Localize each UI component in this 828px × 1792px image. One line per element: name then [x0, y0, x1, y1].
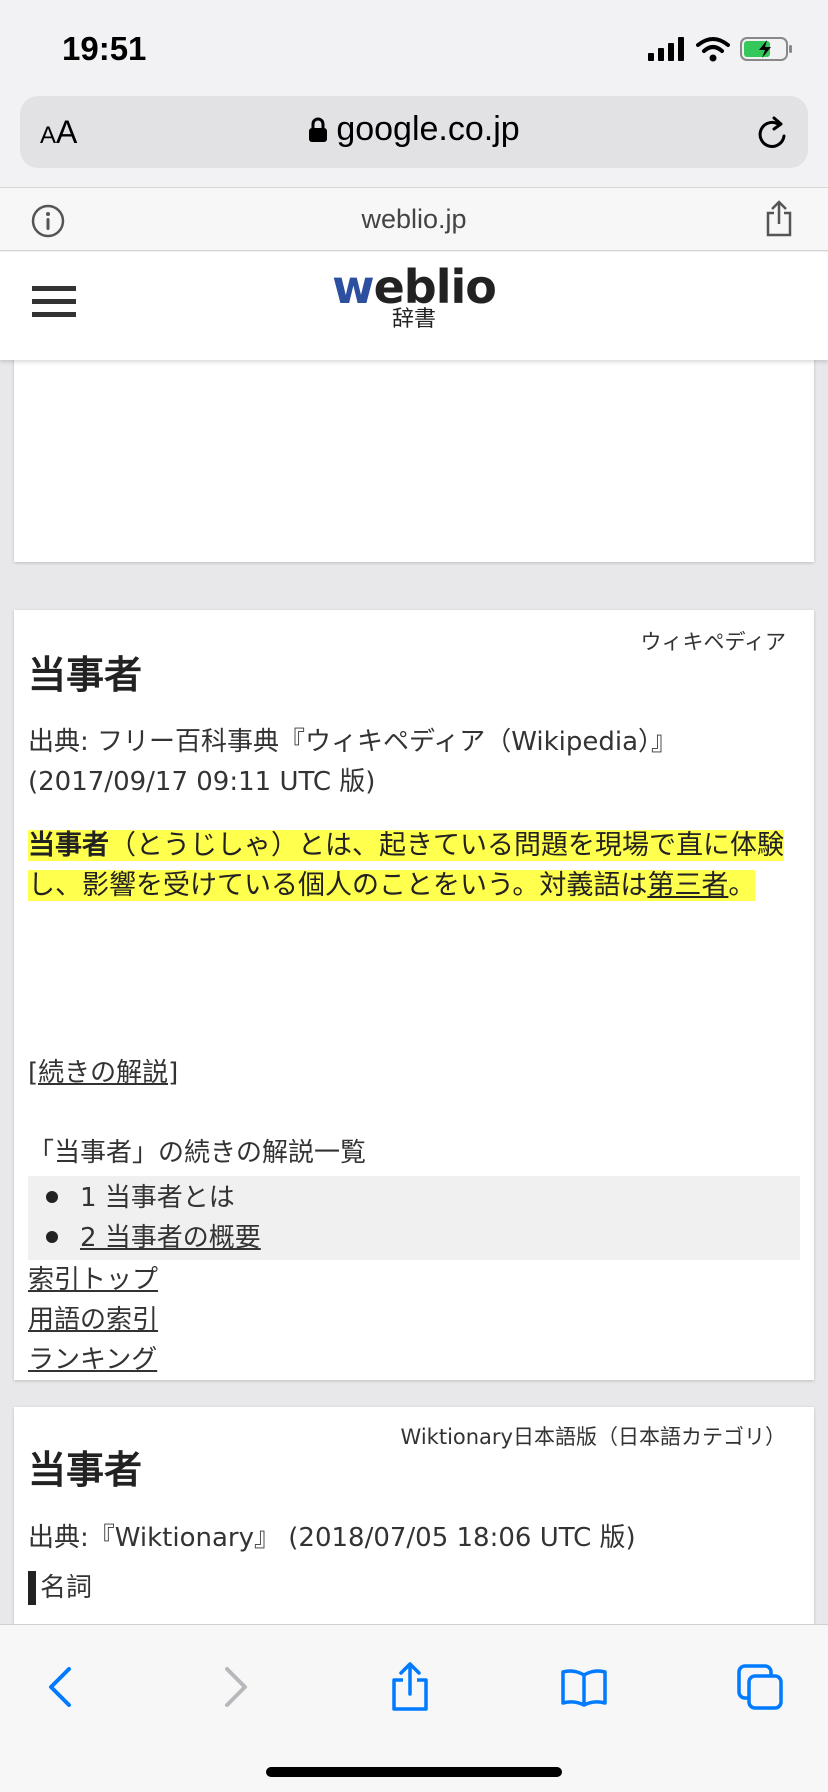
wifi-icon: [696, 37, 730, 62]
more-explanation-link[interactable]: [続きの解説]: [28, 1052, 178, 1089]
entry-title: 当事者: [28, 653, 143, 697]
site-info-bar: weblio.jp: [0, 187, 828, 251]
index-top-link[interactable]: 索引トップ: [28, 1260, 158, 1300]
status-icons: [648, 34, 794, 64]
chevron-right-icon: [225, 1667, 247, 1707]
source-label: Wiktionary日本語版（日本語カテゴリ）: [400, 1425, 786, 1449]
status-time: 19:51: [62, 30, 147, 67]
source-citation: 出典: フリー百科事典『ウィキペディア（Wikipedia）』(2017/09/…: [28, 727, 678, 797]
logo-subtitle: 辞書: [391, 306, 436, 332]
share-button[interactable]: [380, 1657, 440, 1717]
home-indicator[interactable]: [266, 1767, 562, 1777]
chevron-left-icon: [49, 1667, 71, 1707]
entry-title: 当事者: [28, 1448, 143, 1492]
bookmarks-button[interactable]: [554, 1657, 614, 1717]
part-of-speech: 名詞: [28, 1571, 92, 1605]
term-index-link[interactable]: 用語の索引: [28, 1300, 158, 1340]
antonym-link[interactable]: 第三者: [647, 870, 728, 901]
tabs-button[interactable]: [730, 1657, 790, 1717]
nav-links: 索引トップ 用語の索引 ランキング: [28, 1260, 158, 1380]
toc-item: 1 当事者とは: [28, 1178, 800, 1218]
back-button[interactable]: [30, 1657, 90, 1717]
site-domain: weblio.jp: [361, 204, 467, 234]
address-bar[interactable]: AA google.co.jp: [20, 96, 808, 168]
reload-icon[interactable]: [754, 114, 790, 152]
source-label: ウィキペディア: [640, 630, 786, 654]
weblio-header: weblio 辞書: [0, 252, 828, 360]
table-of-contents: 1 当事者とは 2 当事者の概要: [28, 1176, 800, 1260]
status-bar: 19:51: [0, 0, 828, 94]
book-icon: [561, 1669, 607, 1707]
share-icon: [392, 1662, 428, 1711]
toc-item[interactable]: 2 当事者の概要: [28, 1218, 800, 1258]
url-text: google.co.jp: [336, 110, 520, 148]
weblio-logo[interactable]: weblio 辞書: [0, 262, 828, 331]
page-content[interactable]: ウィキペディア 当事者 出典: フリー百科事典『ウィキペディア（Wikipedi…: [0, 360, 828, 1624]
tabs-icon: [737, 1664, 783, 1710]
battery-charging-icon: [740, 37, 792, 61]
share-icon[interactable]: [764, 200, 794, 238]
lock-icon: [309, 117, 328, 142]
wiktionary-entry-card: Wiktionary日本語版（日本語カテゴリ） 当事者 出典:『Wiktiona…: [14, 1407, 814, 1624]
definition-text: 当事者（とうじしゃ）とは、起きている問題を現場で直に体験し、影響を受けている個人…: [28, 830, 784, 901]
explanation-list-heading: 「当事者」の続きの解説一覧: [28, 1138, 367, 1168]
ad-card: [14, 360, 814, 562]
signal-icon: [648, 37, 684, 61]
source-citation: 出典:『Wiktionary』 (2018/07/05 18:06 UTC 版): [28, 1523, 636, 1553]
forward-button[interactable]: [206, 1657, 266, 1717]
ranking-link[interactable]: ランキング: [28, 1340, 158, 1380]
wikipedia-entry-card: ウィキペディア 当事者 出典: フリー百科事典『ウィキペディア（Wikipedi…: [14, 610, 814, 1380]
url-field[interactable]: google.co.jp: [20, 110, 808, 149]
